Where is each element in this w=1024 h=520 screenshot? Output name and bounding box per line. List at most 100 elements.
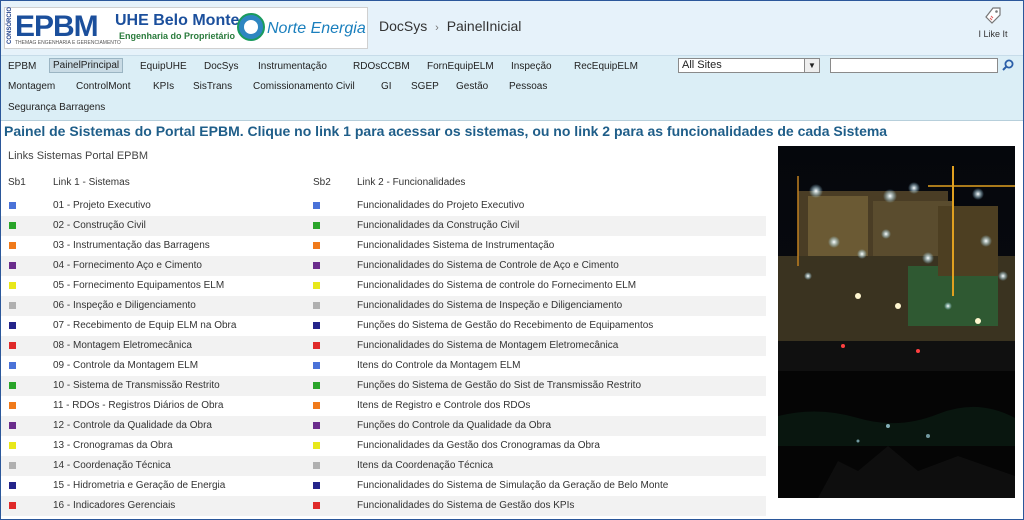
status-color-square [313,322,320,329]
column-header-link2[interactable]: Link 2 - Funcionalidades [357,177,465,188]
status-color-square [9,202,16,209]
status-color-square [9,482,16,489]
system-link[interactable]: 02 - Construção Civil [53,220,146,231]
nav-item-instrumentacao[interactable]: Instrumentação [254,59,331,74]
uhe-logo-subtitle: Engenharia do Proprietário [119,31,236,41]
nav-item-pessoas[interactable]: Pessoas [505,79,551,94]
nav-item-recequipelm[interactable]: RecEquipELM [570,59,642,74]
title-bar: CONSÓRCIO EPBM THEMAG ENGENHARIA E GEREN… [1,1,1023,56]
nav-item-seguranca-barragens[interactable]: Segurança Barragens [4,100,109,115]
list-item: 12 - Controle da Qualidade da Obra Funçõe… [1,416,766,436]
status-color-square [9,262,16,269]
column-header-sb1[interactable]: Sb1 [8,177,26,188]
nav-item-inspecao[interactable]: Inspeção [507,59,556,74]
functionality-link[interactable]: Funcionalidades do Sistema de Gestão dos… [357,500,574,511]
system-link[interactable]: 03 - Instrumentação das Barragens [53,240,210,251]
status-color-square [313,462,320,469]
nav-item-montagem[interactable]: Montagem [4,79,59,94]
construction-site-photo [778,146,1015,498]
status-color-square [313,302,320,309]
functionality-link[interactable]: Funcionalidades do Sistema de Controle d… [357,260,619,271]
nav-item-epbm[interactable]: EPBM [4,59,40,74]
search-scope-value: All Sites [682,59,722,71]
norte-energia-logo-text: Norte Energia [267,20,366,37]
functionality-link[interactable]: Funcionalidades Sistema de Instrumentaçã… [357,240,554,251]
system-link[interactable]: 13 - Cronogramas da Obra [53,440,173,451]
nav-item-gestao[interactable]: Gestão [452,79,492,94]
site-logo[interactable]: CONSÓRCIO EPBM THEMAG ENGENHARIA E GEREN… [4,7,368,49]
status-color-square [9,422,16,429]
status-color-square [313,282,320,289]
nav-item-docsys[interactable]: DocSys [200,59,242,74]
breadcrumb: DocSys › PainelInicial [379,18,521,34]
search-scope-select[interactable]: All Sites ▼ [678,58,820,73]
list-item: 01 - Projeto Executivo Funcionalidades do… [1,196,766,216]
functionality-link[interactable]: Funções do Sistema de Gestão do Recebime… [357,320,653,331]
i-like-it-button[interactable]: I Like It [971,7,1015,39]
list-item: 14 - Coordenação Técnica Itens da Coorden… [1,456,766,476]
status-color-square [313,482,320,489]
column-header-link1[interactable]: Link 1 - Sistemas [53,177,130,188]
status-color-square [9,362,16,369]
status-color-square [313,342,320,349]
functionality-link[interactable]: Funcionalidades do Sistema de Simulação … [357,480,668,491]
nav-item-sistrans[interactable]: SisTrans [189,79,236,94]
system-link[interactable]: 11 - RDOs - Registros Diários de Obra [53,400,223,411]
system-link[interactable]: 15 - Hidrometria e Geração de Energia [53,480,225,491]
functionality-link[interactable]: Funções do Sistema de Gestão do Sist de … [357,380,641,391]
nav-item-kpis[interactable]: KPIs [149,79,178,94]
system-link[interactable]: 04 - Fornecimento Aço e Cimento [53,260,202,271]
system-link[interactable]: 01 - Projeto Executivo [53,200,151,211]
breadcrumb-separator: › [435,22,439,34]
list-item: 16 - Indicadores Gerenciais Funcionalidad… [1,496,766,516]
status-color-square [313,242,320,249]
status-color-square [313,222,320,229]
list-item: 05 - Fornecimento Equipamentos ELM Funcio… [1,276,766,296]
nav-item-sgep[interactable]: SGEP [407,79,443,94]
functionality-link[interactable]: Funções do Controle da Qualidade da Obra [357,420,551,431]
functionality-link[interactable]: Itens do Controle da Montagem ELM [357,360,520,371]
chevron-down-icon[interactable]: ▼ [804,59,819,72]
top-navigation: EPBM PainelPrincipal EquipUHE DocSys Ins… [1,56,1023,121]
status-color-square [313,202,320,209]
nav-item-comissionamento-civil[interactable]: Comissionamento Civil [249,79,359,94]
list-item: 03 - Instrumentação das Barragens Funcion… [1,236,766,256]
nav-item-painelprincipal[interactable]: PainelPrincipal [49,58,124,73]
functionality-link[interactable]: Itens de Registro e Controle dos RDOs [357,400,530,411]
list-item: 06 - Inspeção e Diligenciamento Funcional… [1,296,766,316]
system-link[interactable]: 12 - Controle da Qualidade da Obra [53,420,212,431]
functionality-link[interactable]: Funcionalidades da Gestão dos Cronograma… [357,440,600,451]
nav-item-gi[interactable]: GI [377,79,396,94]
status-color-square [313,382,320,389]
system-link[interactable]: 10 - Sistema de Transmissão Restrito [53,380,220,391]
functionality-link[interactable]: Funcionalidades do Sistema de Montagem E… [357,340,618,351]
system-link[interactable]: 08 - Montagem Eletromecânica [53,340,192,351]
functionality-link[interactable]: Funcionalidades do Projeto Executivo [357,200,524,211]
status-color-square [313,442,320,449]
status-color-square [313,502,320,509]
nav-item-equipuhe[interactable]: EquipUHE [136,59,191,74]
functionality-link[interactable]: Itens da Coordenação Técnica [357,460,493,471]
list-item: 07 - Recebimento de Equip ELM na Obra Fun… [1,316,766,336]
status-color-square [9,242,16,249]
breadcrumb-site-link[interactable]: DocSys [379,18,427,34]
system-link[interactable]: 07 - Recebimento de Equip ELM na Obra [53,320,236,331]
list-item: 04 - Fornecimento Aço e Cimento Funcional… [1,256,766,276]
system-link[interactable]: 14 - Coordenação Técnica [53,460,171,471]
nav-item-controlmont[interactable]: ControlMont [72,79,134,94]
search-input[interactable] [830,58,998,73]
list-title[interactable]: Links Sistemas Portal EPBM [8,150,148,162]
functionality-link[interactable]: Funcionalidades da Construção Civil [357,220,519,231]
column-header-sb2[interactable]: Sb2 [313,177,331,188]
system-link[interactable]: 06 - Inspeção e Diligenciamento [53,300,196,311]
functionality-link[interactable]: Funcionalidades do Sistema de controle d… [357,280,636,291]
page-title: Painel de Sistemas do Portal EPBM. Cliqu… [4,123,888,139]
functionality-link[interactable]: Funcionalidades do Sistema de Inspeção e… [357,300,622,311]
system-link[interactable]: 16 - Indicadores Gerenciais [53,500,175,511]
system-link[interactable]: 09 - Controle da Montagem ELM [53,360,198,371]
list-item: 11 - RDOs - Registros Diários de Obra Ite… [1,396,766,416]
search-icon[interactable] [999,58,1017,73]
system-link[interactable]: 05 - Fornecimento Equipamentos ELM [53,280,224,291]
nav-item-rdosccbm[interactable]: RDOsCCBM [349,59,414,74]
nav-item-fornequipelm[interactable]: FornEquipELM [423,59,498,74]
